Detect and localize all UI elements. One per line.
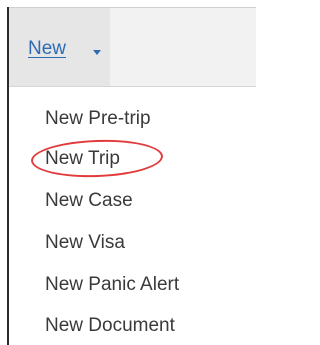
new-dropdown-menu: New Pre-trip New Trip New Case New Visa … [9,86,256,345]
new-dropdown-toggle[interactable]: New [9,8,110,86]
caret-down-icon [93,50,101,55]
navbar: New [9,8,256,86]
menu-item-new-visa[interactable]: New Visa [45,232,125,254]
menu-item-new-panic-alert[interactable]: New Panic Alert [45,274,179,296]
frame-left-border [7,7,9,345]
menu-item-new-case[interactable]: New Case [45,190,133,212]
menu-item-new-trip[interactable]: New Trip [45,148,120,170]
menu-item-new-document[interactable]: New Document [45,315,175,337]
new-dropdown-label[interactable]: New [28,38,66,60]
screen: New New Pre-trip New Trip New Case New V… [0,0,256,345]
menu-item-new-pre-trip[interactable]: New Pre-trip [45,108,151,130]
